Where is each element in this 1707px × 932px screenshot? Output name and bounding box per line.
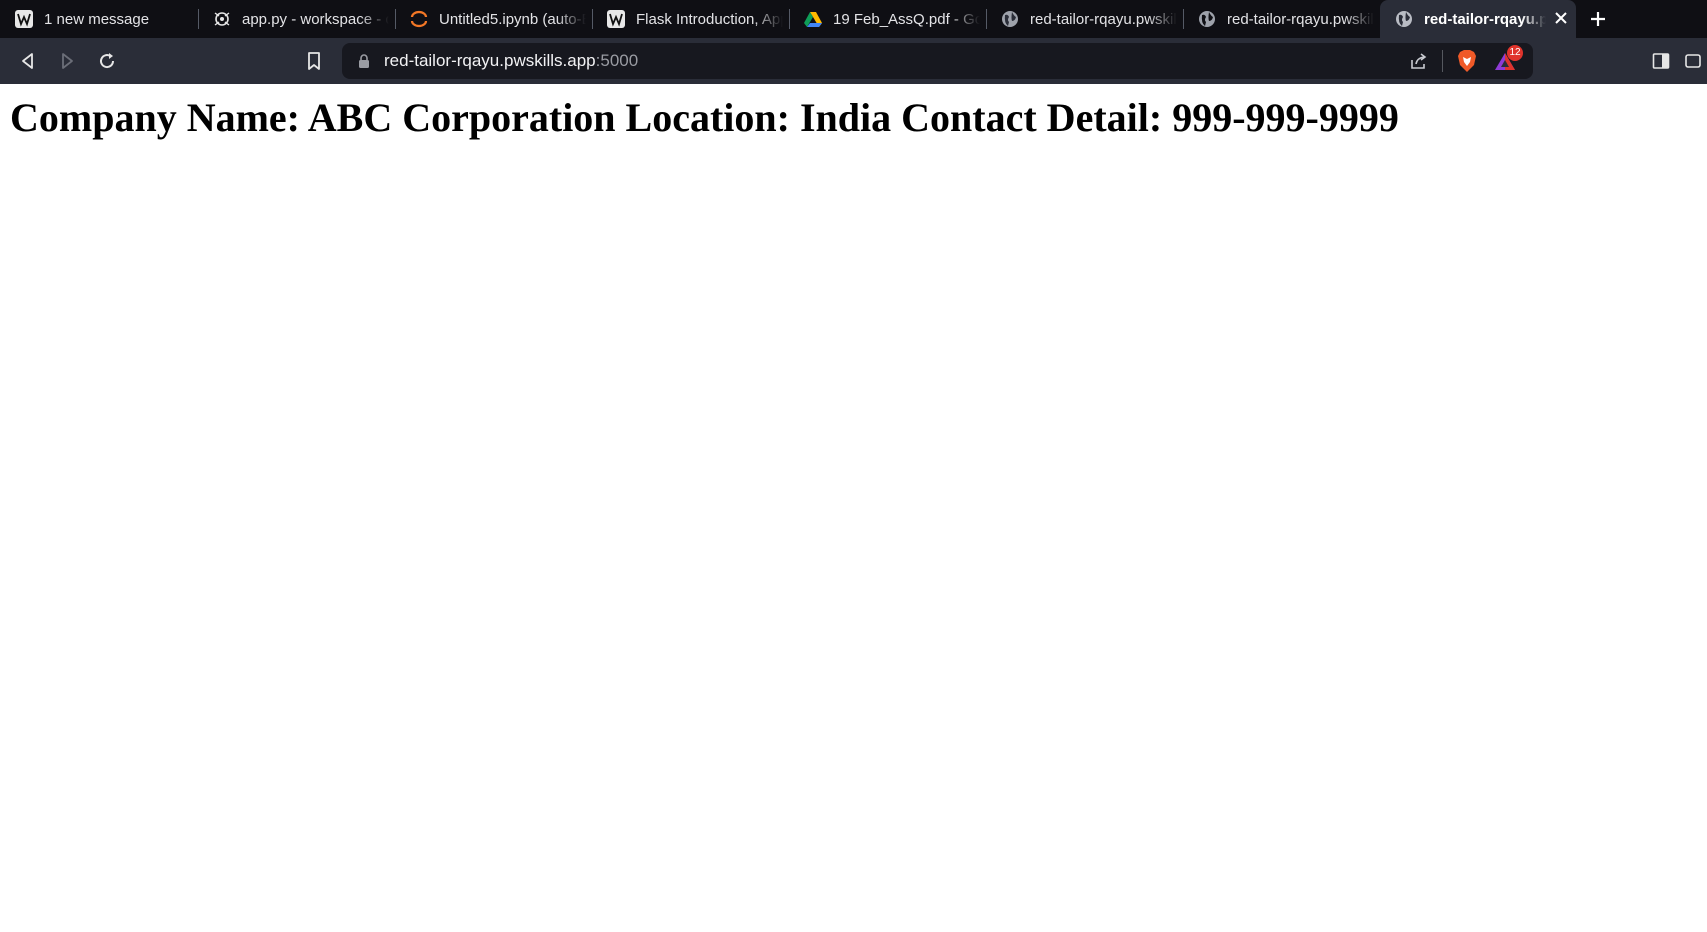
- tab-title: 19 Feb_AssQ.pdf - Goo: [833, 10, 980, 28]
- page-heading: Company Name: ABC Corporation Location: …: [10, 95, 1399, 140]
- sidebar-toggle-button[interactable]: [1646, 46, 1676, 76]
- tab-title: Flask Introduction, App: [636, 10, 783, 28]
- physics-wallah-icon: [606, 9, 626, 29]
- lock-icon[interactable]: [358, 54, 370, 73]
- jupyter-icon: [409, 9, 429, 29]
- reload-icon: [100, 53, 115, 69]
- vscode-workspace-icon: [212, 9, 232, 29]
- tab-7[interactable]: red-tailor-rqayu.pwskill: [1183, 0, 1380, 38]
- tab-3[interactable]: Untitled5.ipynb (auto-B: [395, 0, 592, 38]
- google-drive-icon: [803, 9, 823, 29]
- new-tab-button[interactable]: [1576, 0, 1620, 38]
- rewards-badge: 12: [1507, 45, 1523, 61]
- browser-toolbar: red-tailor-rqayu.pwskills.app:5000 12: [0, 38, 1707, 84]
- tab-title: red-tailor-rqayu.pw: [1424, 10, 1546, 28]
- bookmark-button[interactable]: [299, 46, 329, 76]
- forward-button[interactable]: [52, 46, 82, 76]
- page-viewport: Company Name: ABC Corporation Location: …: [0, 84, 1707, 932]
- globe-icon: [1000, 9, 1020, 29]
- urlbar-divider: [1442, 50, 1443, 72]
- tab-title: red-tailor-rqayu.pwskill: [1227, 10, 1374, 28]
- tab-title: Untitled5.ipynb (auto-B: [439, 10, 586, 28]
- address-bar[interactable]: red-tailor-rqayu.pwskills.app:5000 12: [342, 43, 1533, 79]
- tab-title: red-tailor-rqayu.pwskill: [1030, 10, 1177, 28]
- tab-strip: 1 new message app.py - workspace - c Unt…: [0, 0, 1707, 38]
- tab-2[interactable]: app.py - workspace - c: [198, 0, 395, 38]
- brave-shields-icon[interactable]: [1456, 49, 1478, 78]
- wallet-button[interactable]: [1684, 46, 1706, 76]
- back-arrow-icon: [22, 53, 33, 69]
- tab-6[interactable]: red-tailor-rqayu.pwskill: [986, 0, 1183, 38]
- tab-8-active[interactable]: red-tailor-rqayu.pw: [1380, 0, 1576, 38]
- forward-arrow-icon: [62, 53, 73, 69]
- reload-button[interactable]: [92, 46, 122, 76]
- share-icon[interactable]: [1409, 51, 1429, 76]
- tab-1[interactable]: 1 new message: [0, 0, 198, 38]
- physics-wallah-icon: [14, 9, 34, 29]
- tab-4[interactable]: Flask Introduction, App: [592, 0, 789, 38]
- back-button[interactable]: [13, 46, 43, 76]
- wallet-icon: [1685, 54, 1701, 68]
- plus-icon: [1591, 12, 1605, 26]
- bookmark-icon: [308, 52, 320, 70]
- url-text[interactable]: red-tailor-rqayu.pwskills.app:5000: [384, 43, 638, 79]
- globe-icon: [1197, 9, 1217, 29]
- brave-rewards-icon[interactable]: 12: [1494, 45, 1523, 73]
- globe-icon: [1394, 9, 1414, 29]
- tab-5[interactable]: 19 Feb_AssQ.pdf - Goo: [789, 0, 986, 38]
- tab-title: app.py - workspace - c: [242, 10, 389, 28]
- tab-close-icon[interactable]: [1552, 10, 1570, 28]
- url-port: :5000: [595, 51, 639, 70]
- sidebar-icon: [1652, 53, 1670, 69]
- url-host: red-tailor-rqayu.pwskills.app: [384, 51, 596, 70]
- tab-title: 1 new message: [44, 10, 150, 28]
